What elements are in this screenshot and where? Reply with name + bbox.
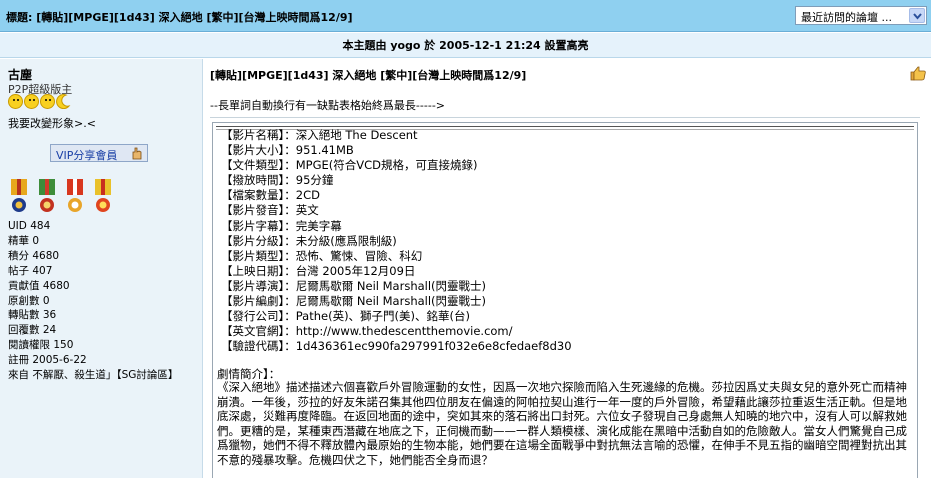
post-note: --長單詞自動換行有一缺點表格始終爲最長-----> xyxy=(210,99,446,112)
info-field: 【影片字幕】：完美字幕 xyxy=(221,218,342,233)
info-field-website: 【英文官網】：http://www.thedescentthemovie.com… xyxy=(221,324,513,339)
author-panel: 古塵 P2P超級版主 我要改變形象>.< VIP分享會員 UID 484 精華 … xyxy=(0,59,203,478)
stat-original: 原創數 0 xyxy=(8,294,50,307)
vip-label: VIP分享會員 xyxy=(56,149,118,162)
author-custom-status: 我要改變形象>.< xyxy=(8,117,96,130)
smiley-icon xyxy=(8,94,23,109)
quote-box-top-rule xyxy=(216,126,914,127)
thread-header: 標題: [轉貼][MPGE][1d43] 深入絕地 [繁中][台灣上映時間爲12… xyxy=(0,0,931,32)
info-field: 【檔案數量】：2CD xyxy=(221,188,320,203)
info-field: 【文件類型】：MPGE(符合VCD規格，可直接燒錄) xyxy=(221,158,478,173)
post-content: [轉貼][MPGE][1d43] 深入絕地 [繁中][台灣上映時間爲12/9] … xyxy=(204,59,931,478)
info-field: 【影片名稱】：深入絕地 The Descent xyxy=(221,128,418,142)
recent-forums-value: 最近訪問的論壇 ... xyxy=(801,11,892,24)
vip-member-badge[interactable]: VIP分享會員 xyxy=(50,144,148,162)
highlight-notice: 本主題由 yogo 於 2005-12-1 21:24 設置高亮 xyxy=(0,33,931,58)
info-field: 【撥放時間】：95分鐘 xyxy=(221,173,334,188)
info-field: 【影片分級】：未分級(應爲限制級) xyxy=(221,233,397,248)
smiley-icon xyxy=(40,94,55,109)
info-field: 【發行公司】：Pathe(英)、獅子門(美)、銘華(台) xyxy=(221,309,471,324)
smiley-icon xyxy=(24,94,39,109)
info-field: 【影片類型】：恐怖、驚悚、冒險、科幻 xyxy=(221,248,423,263)
post-title: [轉貼][MPGE][1d43] 深入絕地 [繁中][台灣上映時間爲12/9] xyxy=(210,69,527,82)
medal-list xyxy=(8,179,114,215)
stat-read-permission: 閱讀權限 150 xyxy=(8,339,74,352)
info-field: 【影片編劇】：尼爾馬歇爾 Neil Marshall(閃靈戰士) xyxy=(221,294,487,309)
synopsis-text: 《深入絕地》描述描述六個喜歡戶外冒險運動的女性，因爲一次地穴探險而陷入生死邊緣的… xyxy=(217,380,907,467)
divider xyxy=(210,117,920,118)
quote-box: 【影片名稱】：深入絕地 The Descent 【影片大小】：951.41MB … xyxy=(212,122,918,478)
info-field: 【驗證代碼】：1d436361ec990fa297991f032e6e8cfed… xyxy=(221,339,572,354)
stat-location: 來自 不解厭、殺生道」【SG討論區】 xyxy=(8,369,179,382)
author-stats: UID 484 精華 0 積分 4680 帖子 407 貢獻值 4680 原創數… xyxy=(8,219,178,383)
recent-forums-select[interactable]: 最近訪問的論壇 ... xyxy=(795,6,927,25)
stat-digest: 精華 0 xyxy=(8,234,40,247)
hand-icon xyxy=(130,146,144,163)
thread-title: 標題: [轉貼][MPGE][1d43] 深入絕地 [繁中][台灣上映時間爲12… xyxy=(6,11,353,24)
info-field: 【上映日期】：台灣 2005年12月09日 xyxy=(221,263,416,278)
thumbs-up-icon[interactable] xyxy=(909,65,927,84)
movie-info-list: 【影片名稱】：深入絕地 The Descent 【影片大小】：951.41MB … xyxy=(221,128,572,354)
chevron-down-icon[interactable] xyxy=(909,8,925,23)
medal-icon xyxy=(64,179,86,215)
stat-registered: 註冊 2005-6-22 xyxy=(8,354,87,367)
medal-icon xyxy=(8,179,30,215)
stat-points: 積分 4680 xyxy=(8,249,60,262)
moon-icon xyxy=(56,94,71,110)
stat-replies: 回覆數 24 xyxy=(8,324,57,337)
stat-uid: UID 484 xyxy=(8,220,51,232)
stat-reposts: 轉貼數 36 xyxy=(8,309,57,322)
stat-posts: 帖子 407 xyxy=(8,264,53,277)
info-field: 【影片大小】：951.41MB xyxy=(221,143,354,158)
stat-contribution: 貢獻值 4680 xyxy=(8,279,70,292)
info-field: 【影片發音】：英文 xyxy=(221,203,319,218)
info-field: 【影片導演】：尼爾馬歇爾 Neil Marshall(閃靈戰士) xyxy=(221,278,487,293)
rank-icons xyxy=(8,94,71,110)
medal-icon xyxy=(36,179,58,215)
medal-icon xyxy=(92,179,114,215)
